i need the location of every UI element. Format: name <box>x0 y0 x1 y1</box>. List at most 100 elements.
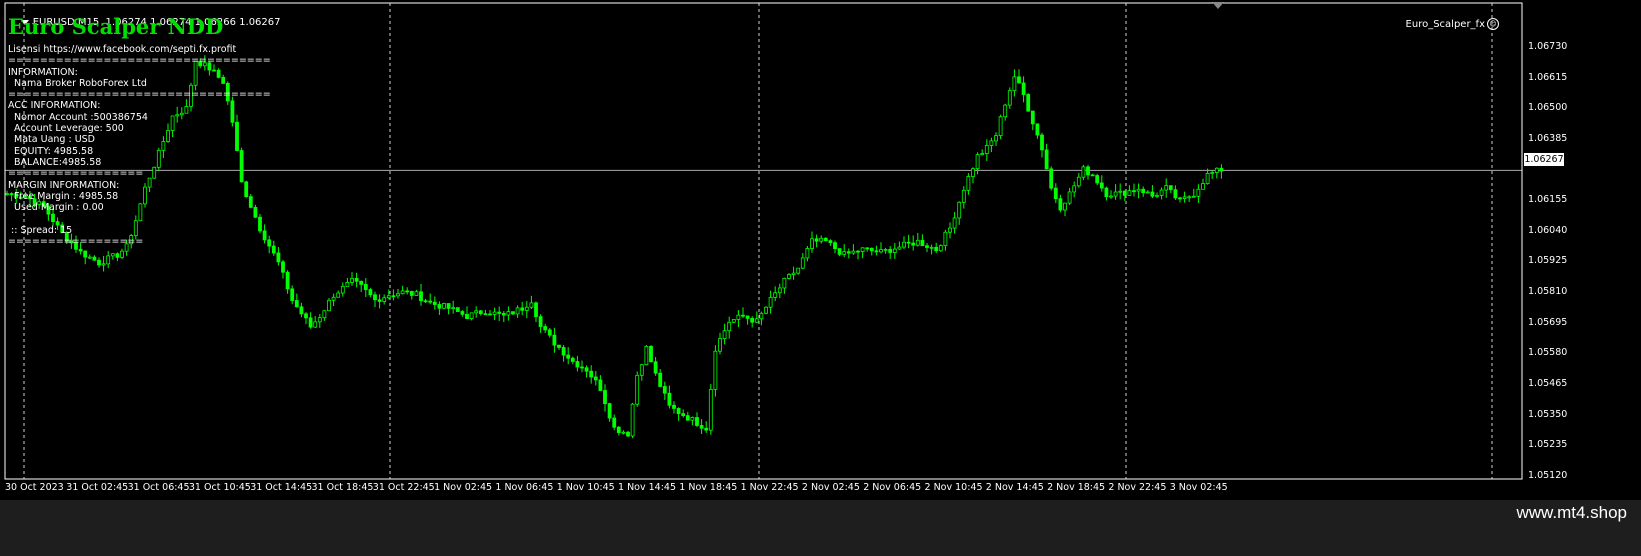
candle-body <box>492 311 497 315</box>
candle <box>929 244 934 255</box>
candle-body <box>630 403 635 437</box>
candle-body <box>1187 196 1192 199</box>
candle-body <box>1132 190 1136 193</box>
candle <box>1040 132 1044 158</box>
candle-body <box>814 238 819 242</box>
candle-body <box>1127 190 1132 196</box>
candle-body <box>299 306 304 315</box>
candle <box>87 254 92 260</box>
candle-body <box>708 388 713 431</box>
candle <box>538 314 543 333</box>
candle-body <box>925 245 929 248</box>
candle <box>598 375 603 391</box>
candle-body <box>805 248 810 259</box>
candle-body <box>1113 191 1118 197</box>
candle <box>1118 183 1123 200</box>
candle-body <box>860 247 865 252</box>
time-tick-label: 1 Nov 22:45 <box>740 482 799 493</box>
candle <box>83 250 88 265</box>
candle <box>566 347 571 365</box>
candle-body <box>423 300 428 303</box>
candle-body <box>524 306 529 311</box>
candle-body <box>584 367 589 372</box>
candle <box>667 385 672 409</box>
candle-body <box>915 239 920 246</box>
info-line: MARGIN INFORMATION: <box>8 179 120 191</box>
candle <box>621 430 626 435</box>
candle-body <box>731 319 736 323</box>
info-line: Lisensi https://www.facebook.com/septi.f… <box>8 44 237 55</box>
candle <box>658 369 663 388</box>
candle <box>1035 123 1040 139</box>
candle <box>313 316 318 328</box>
candle-body <box>929 246 934 249</box>
candle <box>1141 186 1146 197</box>
candle <box>727 316 732 339</box>
info-line: EQUITY: 4985.58 <box>8 145 94 157</box>
price-tick-label: 1.06730 <box>1528 40 1568 52</box>
candle <box>1122 190 1127 202</box>
candle-body <box>437 304 442 309</box>
time-tick-label: 2 Nov 02:45 <box>801 482 860 493</box>
candle-body <box>1099 182 1104 189</box>
candle <box>327 298 331 312</box>
candle <box>561 344 566 362</box>
candle-body <box>823 237 828 242</box>
candle-body <box>313 321 318 328</box>
candle <box>814 234 819 248</box>
candle <box>478 309 483 316</box>
candle <box>662 381 667 400</box>
candle-body <box>984 145 989 154</box>
candle-body <box>1145 191 1150 194</box>
candle-body <box>685 415 690 421</box>
candle-body <box>1076 176 1081 187</box>
candle-body <box>350 277 354 283</box>
candle <box>580 360 584 373</box>
candle <box>741 307 745 319</box>
candle-body <box>635 374 640 405</box>
candle <box>442 302 446 310</box>
chart-window[interactable]: EURUSD,M15 1.06274 1.06274 1.06266 1.062… <box>0 0 1641 500</box>
info-line: Account Leverage: 500 <box>8 123 124 135</box>
candle-body <box>764 306 768 314</box>
expert-advisor-name[interactable]: Euro_Scalper_fx ☺ <box>1393 6 1499 43</box>
candle-body <box>373 294 377 301</box>
candle-body <box>598 379 603 391</box>
candle-body <box>1219 167 1224 172</box>
candle-body <box>943 231 948 246</box>
candle <box>570 356 575 365</box>
candle-body <box>644 345 649 366</box>
candle-body <box>110 253 115 257</box>
candle-body <box>529 302 534 308</box>
candle <box>529 295 534 310</box>
info-line: Mata Uang : USD <box>8 134 95 146</box>
candle <box>1178 196 1182 203</box>
candle <box>1086 164 1090 180</box>
candle <box>446 303 451 315</box>
candle-body <box>87 256 92 259</box>
candle-body <box>428 300 433 303</box>
candle <box>777 283 782 299</box>
candle-body <box>101 263 106 266</box>
candle-body <box>851 250 856 254</box>
candle <box>465 306 469 320</box>
candle-body <box>989 140 994 146</box>
candle <box>690 416 695 426</box>
candle <box>354 272 359 288</box>
candle <box>1136 183 1141 199</box>
time-tick-label: 1 Nov 06:45 <box>495 482 554 493</box>
chart-shift-marker-icon[interactable] <box>1212 2 1224 9</box>
candle <box>428 293 433 305</box>
candle-body <box>304 313 308 319</box>
candle <box>543 323 548 334</box>
candle <box>373 291 377 308</box>
candle <box>948 222 952 239</box>
candle-body <box>777 287 782 294</box>
candle <box>474 306 479 318</box>
ea-title: Euro Scalper NDD <box>8 14 224 39</box>
candle <box>1081 164 1086 181</box>
candle-body <box>768 297 773 308</box>
candle <box>294 293 299 308</box>
candle-body <box>474 310 479 314</box>
candle <box>110 253 115 260</box>
